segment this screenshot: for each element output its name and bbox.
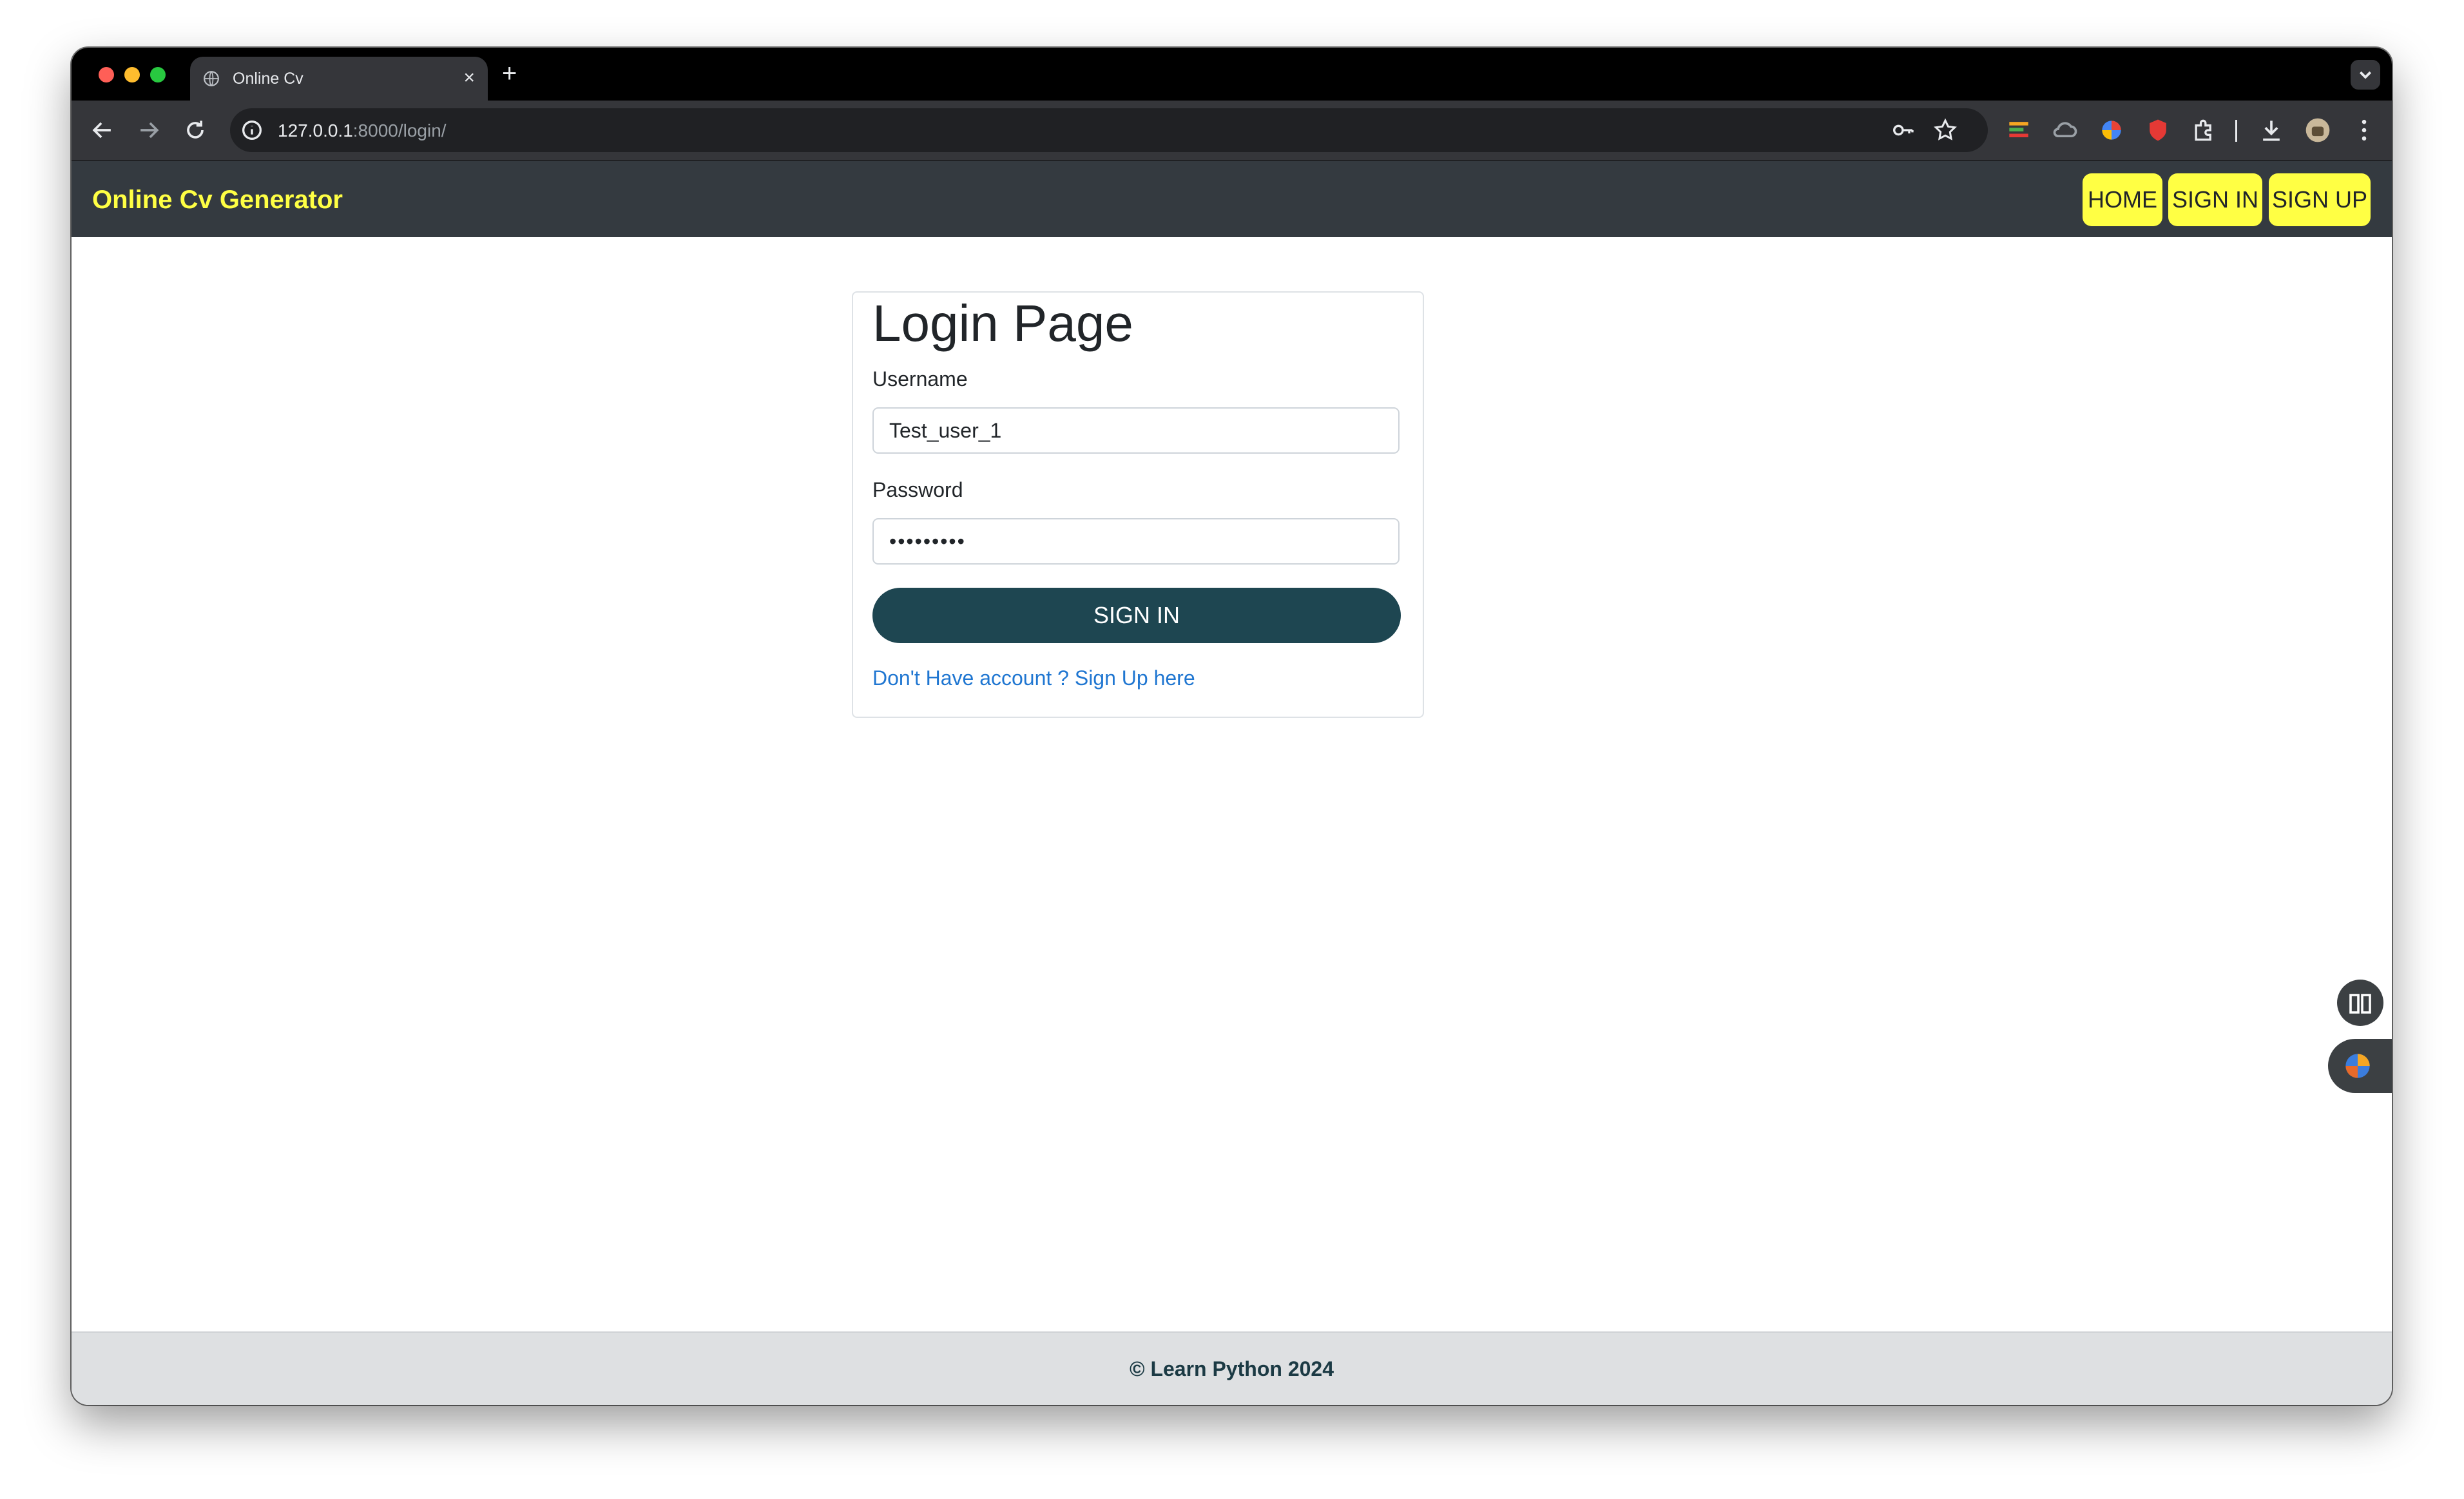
footer-copyright: © Learn Python 2024 bbox=[1129, 1357, 1334, 1380]
profile-avatar-icon[interactable] bbox=[2304, 116, 2332, 144]
download-icon[interactable] bbox=[2257, 116, 2286, 144]
tab-strip: Online Cv × + bbox=[72, 48, 2392, 101]
chevron-down-icon bbox=[2359, 71, 2372, 79]
extension-shield-icon[interactable] bbox=[2144, 116, 2172, 144]
reload-icon[interactable] bbox=[181, 116, 209, 144]
site-footer: © Learn Python 2024 bbox=[72, 1331, 2392, 1405]
url-path: :8000/login/ bbox=[352, 121, 447, 140]
extension-bars-icon[interactable] bbox=[2005, 116, 2033, 144]
username-input[interactable]: Test_user_1 bbox=[872, 407, 1400, 454]
extension-cloud-icon[interactable] bbox=[2051, 116, 2079, 144]
nav-sign-up-button[interactable]: SIGN UP bbox=[2269, 173, 2371, 226]
password-label: Password bbox=[872, 478, 963, 501]
url-host: 127.0.0.1 bbox=[278, 121, 353, 140]
password-input[interactable]: ••••••••• bbox=[872, 518, 1400, 565]
login-card: Login Page Username Test_user_1 Password… bbox=[852, 291, 1424, 718]
username-label: Username bbox=[872, 367, 968, 391]
assistant-widget-button[interactable] bbox=[2328, 1039, 2392, 1093]
tab-title: Online Cv bbox=[233, 70, 303, 88]
page-title: Login Page bbox=[872, 295, 1133, 352]
bookmark-star-icon[interactable] bbox=[1932, 117, 1958, 143]
brand-link[interactable]: Online Cv Generator bbox=[92, 186, 343, 215]
back-arrow-icon[interactable] bbox=[88, 116, 117, 144]
nav-home-button[interactable]: HOME bbox=[2083, 173, 2162, 226]
minimize-window-button[interactable] bbox=[124, 67, 140, 82]
more-menu-icon[interactable] bbox=[2350, 116, 2378, 144]
extensions-puzzle-icon[interactable] bbox=[2190, 116, 2219, 144]
address-bar[interactable]: 127.0.0.1:8000/login/ bbox=[230, 108, 1988, 152]
nav-sign-in-button[interactable]: SIGN IN bbox=[2168, 173, 2262, 226]
sign-in-submit-button[interactable]: SIGN IN bbox=[872, 588, 1401, 643]
browser-window: Online Cv × + 127.0.0.1:8000/login/ Onli… bbox=[72, 48, 2392, 1405]
extension-color-icon[interactable] bbox=[2097, 116, 2126, 144]
reader-mode-button[interactable] bbox=[2337, 980, 2383, 1026]
browser-toolbar: 127.0.0.1:8000/login/ bbox=[72, 101, 2392, 161]
close-window-button[interactable] bbox=[99, 67, 114, 82]
url-text: 127.0.0.1:8000/login/ bbox=[278, 121, 447, 141]
assistant-globe-icon bbox=[2345, 1054, 2370, 1078]
globe-icon bbox=[204, 71, 219, 86]
forward-arrow-icon[interactable] bbox=[135, 116, 163, 144]
sign-up-link[interactable]: Don't Have account ? Sign Up here bbox=[872, 666, 1195, 690]
toolbar-divider bbox=[2235, 120, 2237, 142]
tab-close-icon[interactable]: × bbox=[463, 67, 475, 89]
site-navbar: Online Cv Generator HOME SIGN IN SIGN UP bbox=[72, 161, 2392, 237]
book-icon bbox=[2349, 994, 2371, 1014]
browser-tab[interactable]: Online Cv × bbox=[190, 57, 488, 101]
site-info-icon[interactable] bbox=[239, 117, 265, 143]
maximize-window-button[interactable] bbox=[150, 67, 166, 82]
key-icon[interactable] bbox=[1890, 117, 1916, 143]
new-tab-button[interactable]: + bbox=[502, 59, 517, 88]
tab-search-button[interactable] bbox=[2351, 60, 2380, 90]
